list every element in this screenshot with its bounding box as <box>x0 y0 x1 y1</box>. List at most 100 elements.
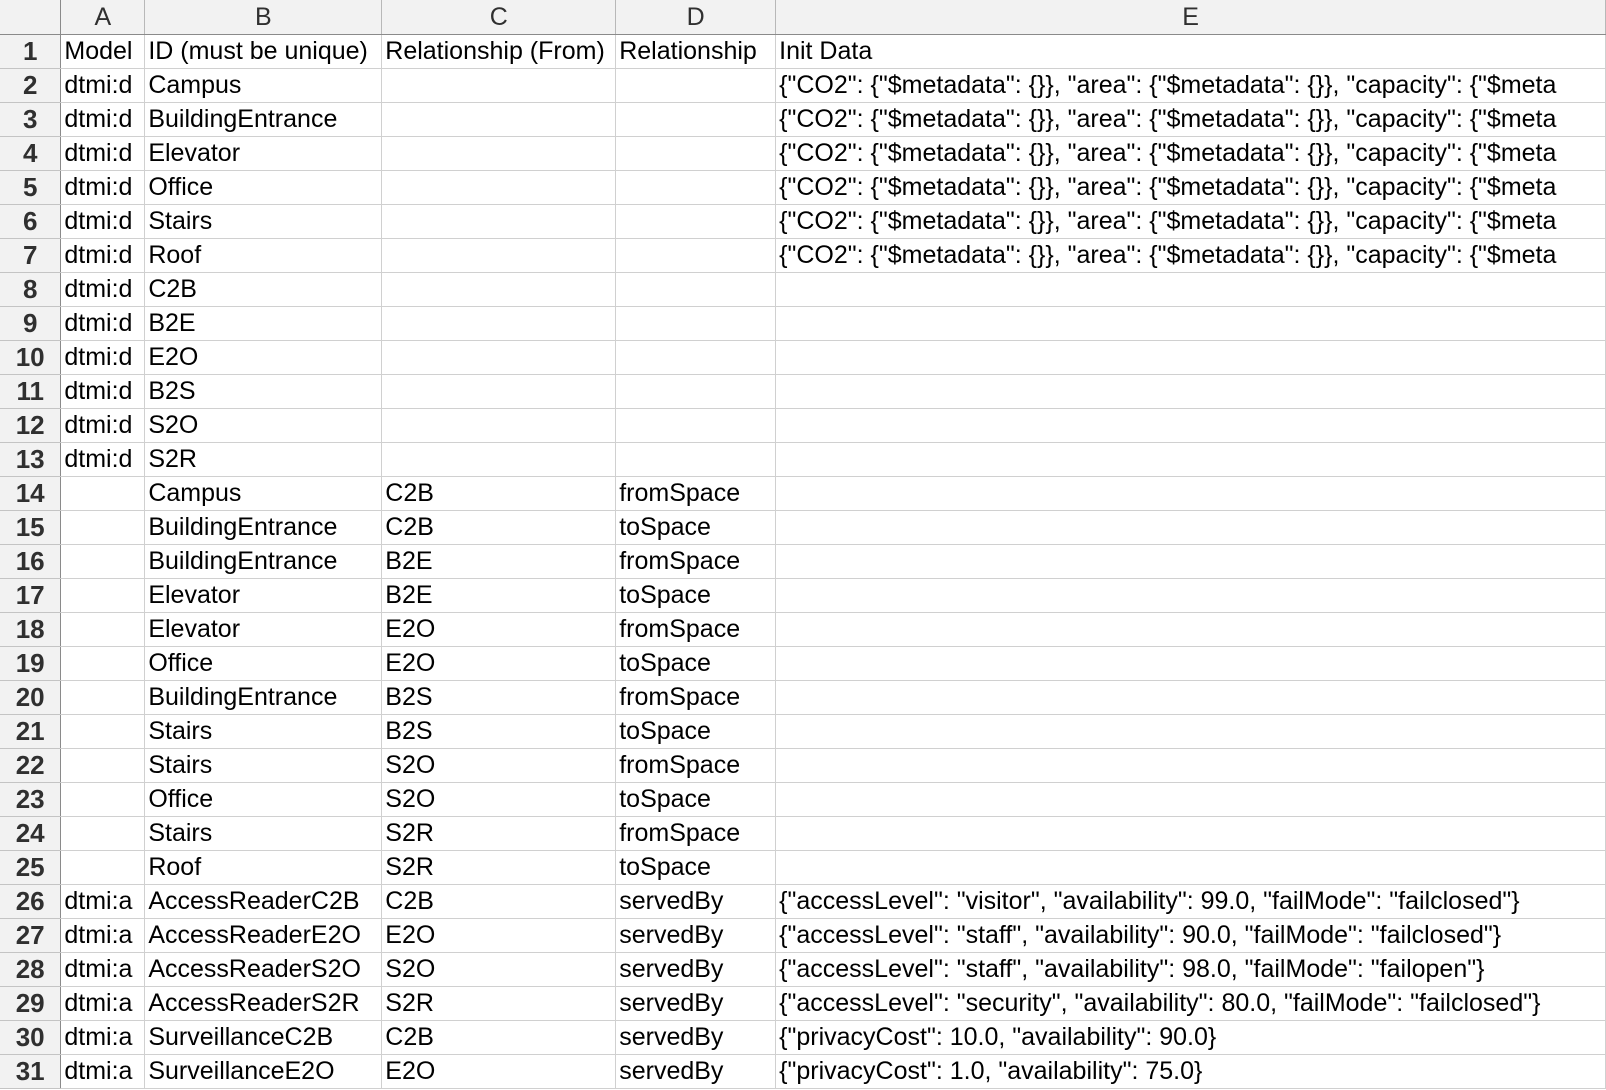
cell-e[interactable] <box>775 714 1606 749</box>
row-header[interactable]: 27 <box>0 918 62 953</box>
cell-e[interactable]: Init Data <box>775 34 1606 69</box>
row-header[interactable]: 15 <box>0 510 62 545</box>
cell-a[interactable] <box>60 714 146 749</box>
cell-b[interactable]: C2B <box>144 272 383 307</box>
row-header[interactable]: 8 <box>0 272 62 307</box>
cell-d[interactable]: fromSpace <box>615 476 777 511</box>
cell-c[interactable] <box>381 136 617 171</box>
cell-e[interactable] <box>775 612 1606 647</box>
cell-e[interactable] <box>775 578 1606 613</box>
cell-d[interactable]: toSpace <box>615 510 777 545</box>
cell-b[interactable]: Campus <box>144 476 383 511</box>
cell-b[interactable]: SurveillanceE2O <box>144 1054 383 1089</box>
cell-d[interactable]: fromSpace <box>615 816 777 851</box>
cell-b[interactable]: Stairs <box>144 204 383 239</box>
cell-e[interactable] <box>775 748 1606 783</box>
row-header[interactable]: 1 <box>0 34 62 69</box>
cell-c[interactable] <box>381 374 617 409</box>
row-header[interactable]: 14 <box>0 476 62 511</box>
cell-c[interactable]: S2O <box>381 952 617 987</box>
cell-b[interactable]: BuildingEntrance <box>144 102 383 137</box>
column-header-c[interactable]: C <box>381 0 617 35</box>
cell-d[interactable] <box>615 238 777 273</box>
cell-a[interactable]: Model <box>60 34 146 69</box>
row-header[interactable]: 20 <box>0 680 62 715</box>
cell-b[interactable]: Office <box>144 170 383 205</box>
cell-d[interactable]: servedBy <box>615 952 777 987</box>
cell-d[interactable]: servedBy <box>615 1020 777 1055</box>
cell-d[interactable]: Relationship <box>615 34 777 69</box>
cell-c[interactable]: B2E <box>381 544 617 579</box>
cell-b[interactable]: S2R <box>144 442 383 477</box>
cell-e[interactable]: {"accessLevel": "visitor", "availability… <box>775 884 1606 919</box>
cell-c[interactable] <box>381 170 617 205</box>
cell-d[interactable]: toSpace <box>615 850 777 885</box>
cell-d[interactable] <box>615 68 777 103</box>
cell-c[interactable]: S2O <box>381 782 617 817</box>
cell-c[interactable]: B2S <box>381 714 617 749</box>
row-header[interactable]: 2 <box>0 68 62 103</box>
cell-b[interactable]: Elevator <box>144 136 383 171</box>
cell-a[interactable]: dtmi:d <box>60 68 146 103</box>
cell-b[interactable]: SurveillanceC2B <box>144 1020 383 1055</box>
cell-e[interactable]: {"accessLevel": "security", "availabilit… <box>775 986 1606 1021</box>
cell-e[interactable] <box>775 476 1606 511</box>
row-header[interactable]: 22 <box>0 748 62 783</box>
cell-a[interactable]: dtmi:d <box>60 204 146 239</box>
cell-c[interactable] <box>381 204 617 239</box>
cell-d[interactable]: toSpace <box>615 646 777 681</box>
cell-d[interactable] <box>615 408 777 443</box>
cell-b[interactable]: Elevator <box>144 612 383 647</box>
cell-d[interactable] <box>615 374 777 409</box>
cell-d[interactable] <box>615 170 777 205</box>
cell-b[interactable]: Office <box>144 646 383 681</box>
cell-e[interactable]: {"CO2": {"$metadata": {}}, "area": {"$me… <box>775 102 1606 137</box>
cell-a[interactable] <box>60 680 146 715</box>
cell-b[interactable]: AccessReaderS2R <box>144 986 383 1021</box>
cell-c[interactable] <box>381 442 617 477</box>
row-header[interactable]: 19 <box>0 646 62 681</box>
cell-d[interactable]: fromSpace <box>615 748 777 783</box>
column-header-a[interactable]: A <box>60 0 146 35</box>
column-header-e[interactable]: E <box>775 0 1606 35</box>
cell-a[interactable] <box>60 544 146 579</box>
row-header[interactable]: 12 <box>0 408 62 443</box>
cell-c[interactable]: S2R <box>381 850 617 885</box>
cell-e[interactable] <box>775 544 1606 579</box>
cell-e[interactable]: {"CO2": {"$metadata": {}}, "area": {"$me… <box>775 170 1606 205</box>
row-header[interactable]: 29 <box>0 986 62 1021</box>
row-header[interactable]: 18 <box>0 612 62 647</box>
cell-a[interactable]: dtmi:a <box>60 952 146 987</box>
row-header[interactable]: 17 <box>0 578 62 613</box>
cell-b[interactable]: BuildingEntrance <box>144 544 383 579</box>
cell-b[interactable]: ID (must be unique) <box>144 34 383 69</box>
cell-b[interactable]: Stairs <box>144 816 383 851</box>
cell-a[interactable] <box>60 748 146 783</box>
cell-a[interactable]: dtmi:d <box>60 340 146 375</box>
cell-a[interactable]: dtmi:d <box>60 136 146 171</box>
cell-a[interactable]: dtmi:a <box>60 986 146 1021</box>
cell-b[interactable]: AccessReaderE2O <box>144 918 383 953</box>
cell-c[interactable]: B2E <box>381 578 617 613</box>
cell-c[interactable]: E2O <box>381 1054 617 1089</box>
cell-b[interactable]: E2O <box>144 340 383 375</box>
cell-a[interactable] <box>60 646 146 681</box>
cell-d[interactable] <box>615 306 777 341</box>
cell-a[interactable] <box>60 782 146 817</box>
cell-d[interactable]: servedBy <box>615 1054 777 1089</box>
cell-c[interactable] <box>381 408 617 443</box>
row-header[interactable]: 23 <box>0 782 62 817</box>
cell-b[interactable]: AccessReaderC2B <box>144 884 383 919</box>
cell-b[interactable]: Stairs <box>144 748 383 783</box>
cell-e[interactable] <box>775 646 1606 681</box>
cell-a[interactable]: dtmi:a <box>60 918 146 953</box>
row-header[interactable]: 9 <box>0 306 62 341</box>
cell-e[interactable] <box>775 408 1606 443</box>
cell-e[interactable] <box>775 374 1606 409</box>
cell-a[interactable]: dtmi:d <box>60 306 146 341</box>
row-header[interactable]: 28 <box>0 952 62 987</box>
cell-d[interactable] <box>615 102 777 137</box>
cell-c[interactable]: E2O <box>381 612 617 647</box>
cell-e[interactable] <box>775 816 1606 851</box>
cell-b[interactable]: Roof <box>144 850 383 885</box>
